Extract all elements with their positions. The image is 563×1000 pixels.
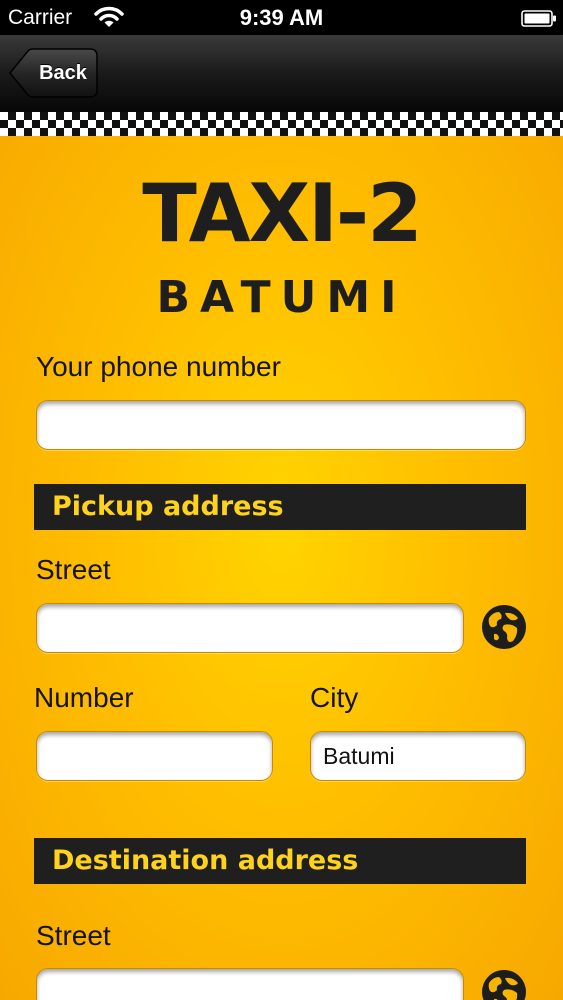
battery-icon — [521, 9, 557, 27]
globe-icon[interactable] — [480, 968, 528, 1000]
destination-header: Destination address — [34, 838, 526, 884]
globe-icon[interactable] — [480, 603, 528, 651]
phone-label: Your phone number — [36, 351, 281, 382]
status-time: 9:39 AM — [239, 5, 324, 30]
back-button[interactable]: Back — [8, 48, 98, 98]
pickup-number-input[interactable] — [36, 731, 273, 781]
logo-title: TAXI-2 — [142, 167, 423, 260]
nav-bar: Back — [0, 35, 563, 115]
destination-street-input[interactable] — [36, 968, 464, 1000]
logo-subtitle: BATUMI — [156, 272, 407, 323]
pickup-number-label: Number — [34, 682, 134, 713]
status-bar: Carrier 9:39 AM — [0, 0, 563, 35]
checker-strip — [0, 112, 563, 136]
pickup-city-label: City — [310, 682, 359, 713]
booking-form: TAXI-2 BATUMI Your phone number Pickup a… — [0, 136, 563, 1000]
destination-street-label: Street — [36, 920, 111, 951]
pickup-header: Pickup address — [34, 484, 526, 530]
pickup-street-input[interactable] — [36, 603, 464, 653]
pickup-street-label: Street — [36, 554, 111, 585]
phone-input[interactable] — [36, 400, 526, 450]
pickup-city-input[interactable] — [310, 731, 526, 781]
back-label: Back — [39, 62, 87, 84]
